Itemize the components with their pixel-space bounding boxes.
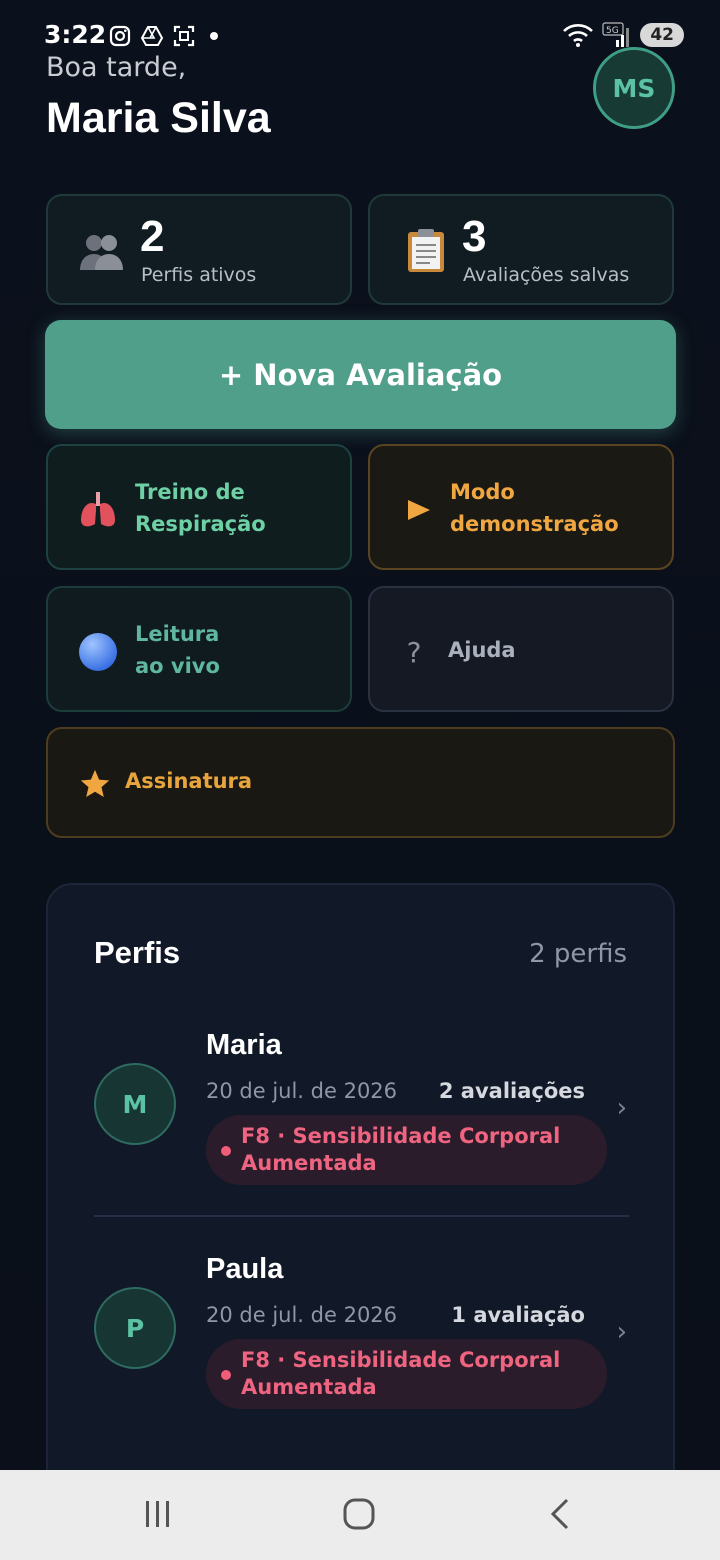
chevron-right-icon: ›: [616, 1317, 627, 1347]
tile-label: Ajuda: [448, 638, 516, 662]
stat-label: Avaliações salvas: [463, 264, 630, 286]
profile-evaluations: 2 avaliações: [438, 1079, 585, 1103]
stat-value: 3: [462, 212, 487, 261]
instagram-icon: [109, 25, 131, 47]
greeting-text: Boa tarde,: [46, 52, 187, 83]
diagnosis-badge: F8 · Sensibilidade Corporal Aumentada: [206, 1339, 607, 1409]
profile-avatar: M: [94, 1063, 176, 1145]
profile-name: Paula: [206, 1253, 284, 1285]
stat-card-evaluations[interactable]: 3 Avaliações salvas: [368, 194, 674, 305]
clipboard-icon: [408, 229, 444, 272]
profile-date: 20 de jul. de 2026: [206, 1303, 398, 1327]
battery-level: 42: [640, 23, 684, 47]
back-button[interactable]: [530, 1492, 590, 1536]
recent-apps-icon: [146, 1501, 169, 1527]
home-icon: [343, 1498, 375, 1530]
notification-dot: [210, 32, 218, 40]
user-name: Maria Silva: [46, 94, 271, 142]
profile-row[interactable]: M Maria 20 de jul. de 2026 2 avaliações …: [48, 1015, 673, 1215]
tile-label: Assinatura: [125, 769, 253, 793]
badge-text: F8 · Sensibilidade Corporal Aumentada: [241, 1124, 561, 1175]
screenshot-icon: [173, 25, 195, 47]
tile-label-line2: demonstração: [450, 512, 619, 536]
signal-5g-icon: 5G: [602, 22, 630, 47]
profile-row[interactable]: P Paula 20 de jul. de 2026 1 avaliação ›…: [48, 1239, 673, 1439]
stat-card-profiles[interactable]: 2 Perfis ativos: [46, 194, 352, 305]
demo-mode-tile[interactable]: Modo demonstração: [368, 444, 674, 570]
tile-label-line2: ao vivo: [135, 654, 220, 678]
blue-circle-icon: [79, 633, 117, 671]
profile-avatar: P: [94, 1287, 176, 1369]
tile-label-line1: Treino de: [135, 480, 245, 504]
help-tile[interactable]: ? Ajuda: [368, 586, 674, 712]
profile-evaluations: 1 avaliação: [451, 1303, 585, 1327]
badge-dot: [221, 1146, 231, 1156]
status-time: 3:22: [44, 20, 107, 49]
drive-icon: [140, 26, 164, 46]
live-reading-tile[interactable]: Leitura ao vivo: [46, 586, 352, 712]
lungs-icon: [81, 492, 115, 527]
user-avatar[interactable]: MS: [593, 47, 675, 129]
recent-apps-button[interactable]: [128, 1492, 188, 1536]
stat-value: 2: [140, 212, 165, 261]
profiles-panel: Perfis 2 perfis M Maria 20 de jul. de 20…: [46, 883, 675, 1503]
profiles-title: Perfis: [94, 935, 181, 970]
profile-divider: [94, 1215, 629, 1217]
profile-name: Maria: [206, 1029, 282, 1061]
system-icons: 5G 42: [562, 22, 684, 48]
star-icon: [80, 769, 110, 798]
tile-label-line2: Respiração: [135, 512, 266, 536]
play-icon: [408, 500, 430, 520]
wifi-icon: [563, 24, 594, 47]
badge-dot: [221, 1370, 231, 1380]
breathing-training-tile[interactable]: Treino de Respiração: [46, 444, 352, 570]
profiles-count: 2 perfis: [529, 939, 627, 969]
notification-icons: [108, 24, 218, 48]
badge-text: F8 · Sensibilidade Corporal Aumentada: [241, 1348, 561, 1399]
subscription-tile[interactable]: Assinatura: [46, 727, 675, 838]
stat-label: Perfis ativos: [141, 264, 257, 286]
new-evaluation-button[interactable]: + Nova Avaliação: [45, 320, 676, 429]
tile-label-line1: Leitura: [135, 622, 220, 646]
svg-text:5G: 5G: [606, 26, 619, 36]
question-icon: ?: [406, 635, 422, 669]
home-button[interactable]: [329, 1492, 389, 1536]
home-screen: 3:22 5G 42 Boa tarde, Maria Silva MS 2 P…: [0, 0, 720, 1560]
people-icon: [80, 235, 123, 270]
navigation-bar: [0, 1470, 720, 1560]
profile-date: 20 de jul. de 2026: [206, 1079, 398, 1103]
tile-label-line1: Modo: [450, 480, 515, 504]
diagnosis-badge: F8 · Sensibilidade Corporal Aumentada: [206, 1115, 607, 1185]
back-icon: [550, 1498, 569, 1530]
chevron-right-icon: ›: [616, 1093, 627, 1123]
